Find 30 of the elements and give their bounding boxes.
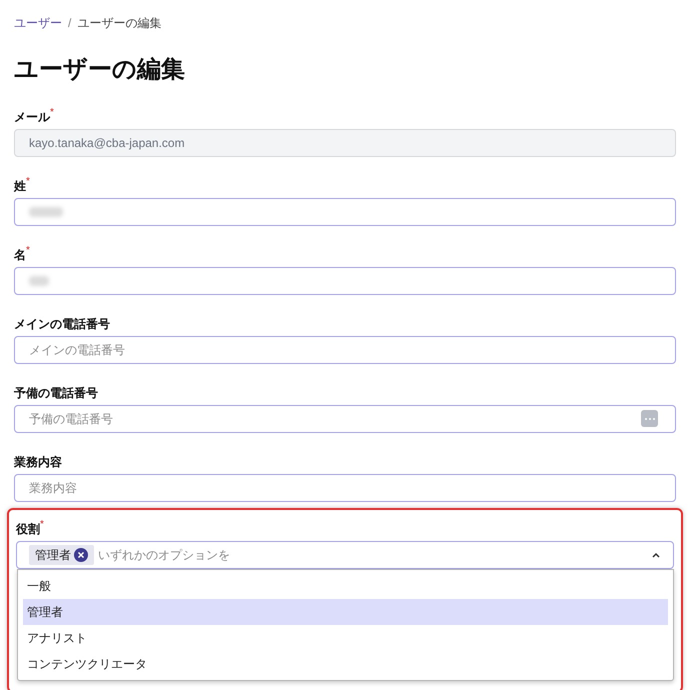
required-mark: * (40, 520, 44, 530)
page-title: ユーザーの編集 (14, 55, 186, 85)
text-field[interactable]: 業務内容 (14, 474, 676, 502)
remove-icon[interactable] (74, 548, 88, 562)
breadcrumb-separator: / (68, 15, 72, 32)
field-label: 業務内容 (14, 454, 62, 471)
field-label: 名 (14, 247, 26, 264)
email-field[interactable]: kayo.tanaka@cba-japan.com (14, 129, 676, 157)
field-label: 姓 (14, 178, 26, 195)
dropdown-option[interactable]: 管理者 (23, 599, 668, 625)
breadcrumb-current: ユーザーの編集 (77, 15, 162, 32)
breadcrumb-link[interactable]: ユーザー (14, 14, 62, 32)
field-label: 予備の電話番号 (14, 385, 98, 402)
field-label: メール (14, 110, 50, 126)
required-mark: * (26, 177, 30, 187)
field-label: メインの電話番号 (14, 316, 110, 333)
required-mark: * (26, 246, 30, 256)
name-field[interactable] (14, 267, 676, 295)
text-field[interactable]: 予備の電話番号 (14, 405, 676, 433)
blurred-value (29, 207, 63, 217)
autofill-icon[interactable] (641, 410, 658, 427)
field-label: 役割 (16, 521, 40, 538)
select-placeholder: いずれかのオプションを (98, 547, 231, 564)
chevron-icon[interactable] (651, 552, 661, 558)
selected-chip: 管理者 (29, 545, 94, 565)
text-field[interactable]: メインの電話番号 (14, 336, 676, 364)
role-select[interactable]: 管理者 いずれかのオプションを (16, 541, 674, 569)
blurred-value (29, 276, 49, 286)
name-field[interactable] (14, 198, 676, 226)
required-mark: * (50, 108, 54, 118)
